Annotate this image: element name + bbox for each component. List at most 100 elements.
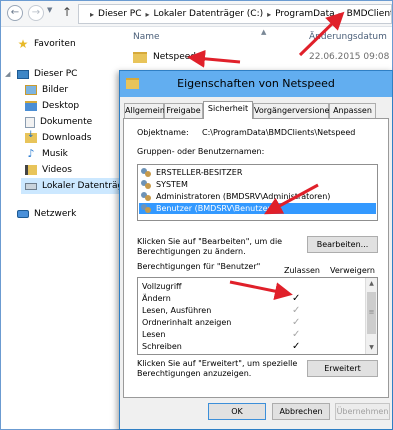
permission-name: Lesen, Ausführen	[142, 306, 212, 315]
permission-name: Lesen	[142, 330, 166, 339]
list-item-selected[interactable]: Benutzer (BMDSRV\Benutzer)	[139, 203, 376, 214]
nav-item-pictures[interactable]: Bilder	[25, 82, 68, 98]
scrollbar[interactable]: ▲ ≡ ▼	[365, 278, 377, 354]
nav-item-local-disk[interactable]: Lokaler Datenträger	[21, 178, 132, 194]
object-name-value: C:\ProgramData\BMDClients\Netspeed	[202, 128, 356, 137]
permissions-for-label: Berechtigungen für "Benutzer"	[137, 262, 261, 271]
nav-item-videos[interactable]: Videos	[25, 162, 72, 178]
table-row: Ordnerinhalt anzeigen ✓	[142, 317, 364, 329]
check-icon: ✓	[292, 305, 301, 316]
column-date[interactable]: Änderungsdatum	[309, 32, 387, 42]
edit-hint-text: Klicken Sie auf "Bearbeiten", um die Ber…	[137, 237, 283, 256]
nav-this-pc[interactable]: Dieser PC	[17, 66, 77, 82]
nav-label: Dieser PC	[34, 69, 78, 79]
check-icon: ✓	[292, 341, 301, 352]
table-row: Lesen, Ausführen ✓	[142, 305, 364, 317]
chevron-right-icon[interactable]: ▸	[90, 10, 94, 19]
tab-sharing[interactable]: Freigabe	[164, 103, 203, 118]
history-dropdown-icon[interactable]: ▼	[47, 6, 52, 14]
pictures-icon	[25, 85, 37, 95]
nav-label: Videos	[42, 165, 72, 175]
sort-arrow-icon: ▲	[261, 28, 267, 36]
user-group-icon	[141, 179, 153, 190]
groups-label: Gruppen- oder Benutzernamen:	[137, 147, 265, 156]
allow-column-header: Zulassen	[284, 266, 321, 275]
apply-button[interactable]: Übernehmen	[335, 403, 390, 420]
tab-customize[interactable]: Anpassen	[329, 103, 376, 118]
download-icon	[25, 130, 37, 143]
tab-security[interactable]: Sicherheit	[203, 101, 253, 119]
forward-button[interactable]: →	[28, 5, 44, 21]
group-name: Administratoren (BMDSRV\Administratoren)	[156, 192, 331, 201]
advanced-button[interactable]: Erweitert	[307, 360, 378, 377]
back-button[interactable]: ←	[7, 5, 23, 21]
security-panel: Objektname: C:\ProgramData\BMDClients\Ne…	[123, 118, 389, 398]
list-item[interactable]: Administratoren (BMDSRV\Administratoren)	[139, 191, 376, 202]
up-button[interactable]: ↑	[62, 5, 72, 19]
column-name[interactable]: Name	[133, 32, 160, 42]
scroll-down-icon[interactable]: ▼	[366, 342, 377, 353]
document-icon	[25, 116, 35, 128]
star-icon: ★	[17, 37, 29, 51]
scrollbar-thumb[interactable]: ≡	[367, 292, 376, 334]
expand-icon[interactable]: ◢	[5, 70, 10, 78]
video-icon	[25, 165, 37, 175]
chevron-right-icon[interactable]: ▸	[267, 10, 271, 19]
check-icon: ✓	[292, 329, 301, 340]
breadcrumb-programdata[interactable]: ProgramData	[275, 9, 334, 19]
nav-network[interactable]: Netzwerk	[17, 206, 76, 222]
breadcrumb-bmdclients[interactable]: BMDClients	[347, 9, 391, 19]
nav-item-documents[interactable]: Dokumente	[25, 114, 92, 130]
address-bar[interactable]: ▸ Dieser PC ▸ Lokaler Datenträger (C:) ▸…	[78, 4, 392, 24]
breadcrumb-local-disk[interactable]: Lokaler Datenträger (C:)	[154, 9, 264, 19]
file-date: 22.06.2015 09:08	[309, 52, 390, 62]
tab-general[interactable]: Allgemein	[124, 103, 165, 118]
nav-label: Musik	[42, 149, 68, 159]
ok-button[interactable]: OK	[208, 403, 266, 420]
nav-favorites[interactable]: ★ Favoriten	[17, 36, 76, 52]
advanced-hint-text: Klicken Sie auf "Erweitert", um speziell…	[137, 359, 298, 378]
computer-icon	[17, 69, 29, 79]
list-item[interactable]: SYSTEM	[139, 179, 376, 190]
nav-item-music[interactable]: ♪ Musik	[25, 146, 68, 162]
deny-column-header: Verweigern	[330, 266, 375, 275]
address-bar-row: ← → ▼ ↑ ▸ Dieser PC ▸ Lokaler Datenträge…	[1, 1, 392, 27]
edit-button[interactable]: Bearbeiten...	[307, 236, 378, 253]
navigation-pane: ★ Favoriten ◢ Dieser PC Bilder Desktop D…	[1, 28, 132, 430]
breadcrumb-this-pc[interactable]: Dieser PC	[98, 9, 141, 19]
permission-name: Ändern	[142, 294, 171, 303]
dialog-titlebar[interactable]: Eigenschaften von Netspeed	[120, 71, 392, 97]
file-row-netspeed[interactable]: Netspeed 22.06.2015 09:08	[121, 48, 392, 66]
drive-icon	[25, 182, 37, 190]
music-icon: ♪	[27, 147, 35, 160]
permission-name: Schreiben	[142, 342, 182, 351]
network-icon	[17, 210, 29, 218]
nav-label: Netzwerk	[34, 209, 77, 219]
chevron-right-icon[interactable]: ▸	[145, 10, 149, 19]
table-row: Lesen ✓	[142, 329, 364, 341]
check-icon: ✓	[292, 293, 301, 304]
folder-icon	[133, 51, 147, 63]
permission-name: Ordnerinhalt anzeigen	[142, 318, 232, 327]
user-group-icon	[141, 191, 153, 202]
group-name: Benutzer (BMDSRV\Benutzer)	[156, 204, 274, 213]
groups-list[interactable]: ERSTELLER-BESITZER SYSTEM Administratore…	[137, 164, 378, 221]
group-name: ERSTELLER-BESITZER	[156, 168, 243, 177]
scroll-up-icon[interactable]: ▲	[366, 278, 377, 289]
dialog-title: Eigenschaften von Netspeed	[177, 77, 335, 90]
nav-label: Dokumente	[40, 117, 93, 127]
permission-name: Vollzugriff	[142, 282, 182, 291]
list-item[interactable]: ERSTELLER-BESITZER	[139, 167, 376, 178]
chevron-right-icon[interactable]: ▸	[339, 10, 343, 19]
nav-label: Downloads	[42, 133, 92, 143]
nav-item-downloads[interactable]: Downloads	[25, 130, 91, 146]
user-group-icon	[141, 203, 153, 214]
cancel-button[interactable]: Abbrechen	[272, 403, 330, 420]
table-row: Ändern ✓	[142, 293, 364, 305]
file-name: Netspeed	[153, 52, 196, 62]
nav-item-desktop[interactable]: Desktop	[25, 98, 79, 114]
permissions-list[interactable]: Vollzugriff Ändern ✓ Lesen, Ausführen ✓ …	[137, 277, 378, 355]
check-icon: ✓	[292, 317, 301, 328]
nav-label: Favoriten	[34, 39, 76, 49]
tab-previous-versions[interactable]: Vorgängerversionen	[253, 103, 335, 118]
